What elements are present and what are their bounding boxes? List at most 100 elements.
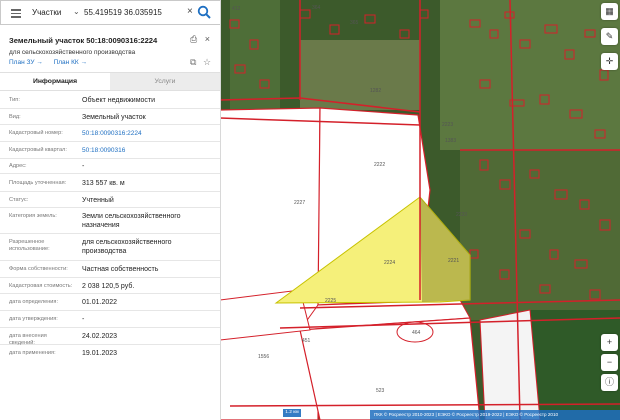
info-value: 24.02.2023 [82,333,118,340]
crosshair-icon: ✛ [605,56,614,66]
cadastral-quarter-link[interactable]: 50:18:0090316 [82,146,212,155]
parcel-label: 2227 [294,200,306,206]
cadastral-map[interactable] [220,0,620,420]
info-value: 313 557 кв. м [82,180,125,187]
header-actions: ⎙ × [190,34,210,45]
page-title: Земельный участок 50:18:0090316:2224 [9,36,158,45]
pencil-icon: ✎ [605,31,614,41]
info-row-ownership: Форма собственности: Частная собственнос… [0,261,220,278]
info-value: Объект недвижимости [82,97,156,104]
zoom-out-button[interactable]: − [601,354,618,371]
parcel-label: 2224 [384,260,396,266]
parcel-purpose: для сельскохозяйственного производства [9,49,136,56]
parcel-label: 364 [312,5,321,11]
clear-icon[interactable]: × [187,6,193,17]
info-value: Земли сельскохозяйственного назначения [82,213,181,229]
parcel-label: 451 [302,338,311,344]
info-value: 01.01.2022 [82,299,118,306]
map-view[interactable]: 412 364 365 1282 1383 2227 2222 2224 222… [220,0,620,420]
search-icon[interactable] [196,4,213,21]
info-label: Кадастровый номер: [9,130,63,136]
info-row-cadastral-number: Кадастровый номер: 50:18:0090316:2224 [0,125,220,142]
info-row-land-category: Категория земель: Земли сельскохозяйстве… [0,208,220,234]
parcel-label: 365 [350,20,359,26]
search-category-select[interactable]: Участки [32,8,61,17]
star-icon[interactable]: ☆ [203,57,211,67]
parcel-label: 1383 [445,138,457,144]
zoom-in-button[interactable]: + [601,334,618,351]
parcel-label: 2221 [448,258,460,264]
info-row-permitted-use: Разрешенное использование: для сельскохо… [0,234,220,261]
info-row-cadastral-value: Кадастровая стоимость: 2 038 120,5 руб. [0,278,220,294]
info-label: Тип: [9,97,20,103]
draw-button[interactable]: ✎ [601,28,618,45]
info-row-type: Тип: Объект недвижимости [0,92,220,109]
info-value: Частная собственность [82,266,159,273]
parcel-label: 2222 [374,162,386,168]
card-tools: ⧉ ☆ [190,57,211,68]
info-label: Площадь уточненная: [9,180,67,186]
info-value: 2 038 120,5 руб. [82,283,135,290]
parcel-2227 [220,107,321,420]
plan-zu-link[interactable]: План ЗУ → [9,59,43,66]
tab-information[interactable]: Информация [0,73,110,90]
parcel-label: 1282 [370,88,382,94]
search-bar: Участки ⌄ 55.419519 36.035915 × [0,0,220,25]
parcel-label: 2220 [456,212,468,218]
info-row-kind: Вид: Земельный участок [0,109,220,125]
parcel-523 [479,309,541,420]
cadastral-number-link[interactable]: 50:18:0090316:2224 [82,129,212,138]
parcel-label: 1556 [258,354,270,360]
info-label: дата утверждения: [9,316,58,322]
info-row-cadastral-quarter: Кадастровый квартал: 50:18:0090316 [0,142,220,159]
close-icon[interactable]: × [205,34,210,44]
info-row-date-applied: дата применения: 19.01.2023 [0,345,220,362]
info-label: Категория земель: [9,213,57,219]
tab-services[interactable]: Услуги [110,73,220,90]
parcel-label: 464 [412,330,421,336]
info-row-area: Площадь уточненная: 313 557 кв. м [0,174,220,192]
info-row-date-entered: дата внесения сведений: 24.02.2023 [0,328,220,346]
layers-icon: ▦ [605,6,614,16]
info-label: Кадастровый квартал: [9,147,67,153]
village-area [460,150,620,320]
info-button[interactable]: ⓘ [601,374,618,391]
info-label: Статус: [9,197,29,203]
plan-links: План ЗУ → План КК → [9,59,96,66]
info-row-date-approved: дата утверждения: - [0,311,220,328]
info-value: - [82,316,85,323]
info-value: для сельскохозяйственного производства [82,239,172,255]
info-value: Учтенный [82,197,114,204]
plus-icon: + [606,337,613,347]
share-icon[interactable]: ⧉ [190,57,196,67]
info-value: Земельный участок [82,114,146,121]
search-input[interactable]: 55.419519 36.035915 [84,8,162,17]
tab-bar: Информация Услуги [0,72,220,91]
plan-kk-link[interactable]: План КК → [54,59,87,66]
info-panel: Участки ⌄ 55.419519 36.035915 × Земельны… [0,0,221,420]
minus-icon: − [606,357,613,367]
chevron-down-icon[interactable]: ⌄ [73,7,80,16]
menu-icon[interactable] [11,9,21,18]
locate-button[interactable]: ✛ [601,53,618,70]
info-value: 19.01.2023 [82,350,118,357]
parcel-label: 523 [376,388,385,394]
info-label: Разрешенное использование: [9,239,50,252]
info-icon: ⓘ [604,377,614,387]
info-label: дата определения: [9,299,59,305]
info-label: дата применения: [9,350,56,356]
info-label: Кадастровая стоимость: [9,283,73,289]
info-row-status: Статус: Учтенный [0,192,220,208]
field-area [230,0,280,110]
info-label: Вид: [9,114,21,120]
layers-button[interactable]: ▦ [601,3,618,20]
print-icon[interactable]: ⎙ [190,34,197,44]
village-area [440,0,620,150]
map-scale: 1.2 км [283,409,301,417]
parcel-label: 412 [232,6,241,12]
info-label: Адрес: [9,163,27,169]
info-value: - [82,163,85,170]
parcel-label: 2223 [442,122,454,128]
info-table: Тип: Объект недвижимости Вид: Земельный … [0,92,220,362]
parcel-label: 2225 [325,298,337,304]
